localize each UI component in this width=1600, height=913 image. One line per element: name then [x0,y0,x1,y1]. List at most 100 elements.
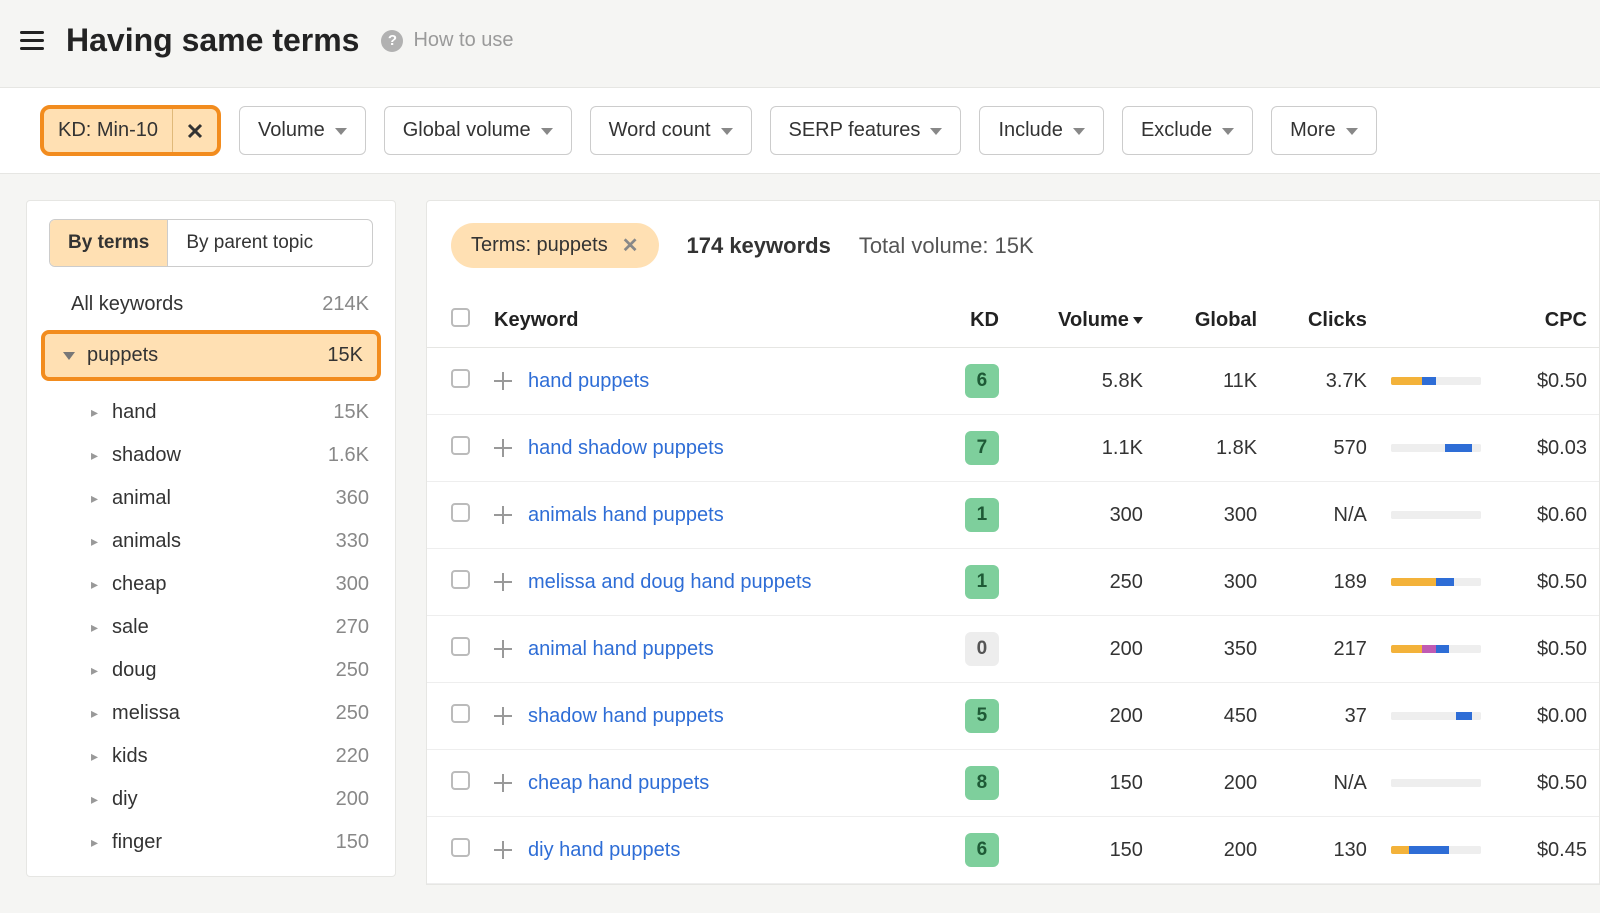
terms-pill-label: Terms: puppets [471,234,608,257]
chevron-down-icon [63,352,75,360]
tree-item-shadow[interactable]: ▸shadow1.6K [91,434,369,477]
keyword-link[interactable]: melissa and doug hand puppets [528,571,812,594]
expand-icon[interactable] [494,372,512,390]
expand-icon[interactable] [494,573,512,591]
table-row: hand shadow puppets 7 1.1K 1.8K 570 $0.0… [427,415,1599,482]
filter-chip-exclude[interactable]: Exclude [1122,106,1253,155]
col-clicks[interactable]: Clicks [1269,294,1379,348]
col-cpc[interactable]: CPC [1501,294,1599,348]
expand-icon[interactable] [494,774,512,792]
tree-item-hand[interactable]: ▸hand15K [91,391,369,434]
chevron-right-icon: ▸ [91,834,98,851]
tree-item-sale[interactable]: ▸sale270 [91,606,369,649]
cell-volume: 200 [1011,616,1155,683]
tree-item-finger[interactable]: ▸finger150 [91,821,369,864]
tab-by-terms[interactable]: By terms [50,220,167,266]
kd-badge: 7 [965,431,999,465]
menu-icon[interactable] [20,27,44,54]
row-checkbox[interactable] [451,838,470,857]
filter-chip-include[interactable]: Include [979,106,1104,155]
col-volume[interactable]: Volume [1011,294,1155,348]
cell-global: 300 [1155,549,1269,616]
close-icon[interactable]: ✕ [622,233,639,258]
keyword-link[interactable]: cheap hand puppets [528,772,709,795]
sidebar-all-keywords[interactable]: All keywords 214K [27,287,395,330]
col-global[interactable]: Global [1155,294,1269,348]
clicks-bar [1391,377,1481,385]
kd-badge: 5 [965,699,999,733]
keyword-link[interactable]: animal hand puppets [528,638,714,661]
cell-cpc: $0.50 [1501,348,1599,415]
cell-cpc: $0.03 [1501,415,1599,482]
cell-clicks: 570 [1269,415,1379,482]
row-checkbox[interactable] [451,503,470,522]
row-checkbox[interactable] [451,570,470,589]
keyword-link[interactable]: shadow hand puppets [528,705,724,728]
tree-item-animals[interactable]: ▸animals330 [91,520,369,563]
total-volume: Total volume: 15K [859,233,1034,259]
expand-icon[interactable] [494,506,512,524]
close-icon[interactable] [172,109,217,152]
sidebar-selected-term[interactable]: puppets 15K [41,330,381,381]
chevron-down-icon [1073,128,1085,135]
row-checkbox[interactable] [451,436,470,455]
expand-icon[interactable] [494,640,512,658]
tree-item-diy[interactable]: ▸diy200 [91,778,369,821]
tree-item-animal[interactable]: ▸animal360 [91,477,369,520]
chevron-down-icon [930,128,942,135]
cell-global: 1.8K [1155,415,1269,482]
cell-global: 11K [1155,348,1269,415]
keyword-link[interactable]: hand puppets [528,370,649,393]
chevron-down-icon [335,128,347,135]
expand-icon[interactable] [494,841,512,859]
row-checkbox[interactable] [451,369,470,388]
cell-clicks: 189 [1269,549,1379,616]
table-row: animal hand puppets 0 200 350 217 $0.50 [427,616,1599,683]
select-all-checkbox[interactable] [451,308,470,327]
row-checkbox[interactable] [451,704,470,723]
kd-badge: 6 [965,364,999,398]
cell-clicks: 217 [1269,616,1379,683]
cell-cpc: $0.60 [1501,482,1599,549]
cell-volume: 150 [1011,817,1155,884]
tree-item-melissa[interactable]: ▸melissa250 [91,692,369,735]
chevron-right-icon: ▸ [91,662,98,679]
clicks-bar [1391,645,1481,653]
col-kd[interactable]: KD [934,294,1011,348]
tree-item-cheap[interactable]: ▸cheap300 [91,563,369,606]
col-keyword[interactable]: Keyword [482,294,934,348]
cell-cpc: $0.50 [1501,750,1599,817]
page-header: Having same terms ? How to use [0,0,1600,87]
terms-pill[interactable]: Terms: puppets ✕ [451,223,659,268]
row-checkbox[interactable] [451,771,470,790]
expand-icon[interactable] [494,707,512,725]
kd-badge: 8 [965,766,999,800]
chevron-down-icon [541,128,553,135]
keyword-link[interactable]: diy hand puppets [528,839,680,862]
cell-clicks: N/A [1269,750,1379,817]
cell-clicks: 3.7K [1269,348,1379,415]
filter-chip-serp-features[interactable]: SERP features [770,106,962,155]
keyword-link[interactable]: animals hand puppets [528,504,724,527]
cell-clicks: 130 [1269,817,1379,884]
cell-clicks: 37 [1269,683,1379,750]
filter-chip-word-count[interactable]: Word count [590,106,752,155]
sort-desc-icon [1133,317,1143,324]
tab-by-parent-topic[interactable]: By parent topic [167,220,331,266]
cell-cpc: $0.00 [1501,683,1599,750]
keyword-link[interactable]: hand shadow puppets [528,437,724,460]
filter-chip-volume[interactable]: Volume [239,106,366,155]
expand-icon[interactable] [494,439,512,457]
cell-volume: 5.8K [1011,348,1155,415]
filter-chip-more[interactable]: More [1271,106,1377,155]
row-checkbox[interactable] [451,637,470,656]
chevron-right-icon: ▸ [91,490,98,507]
how-to-use-link[interactable]: ? How to use [381,29,513,52]
tree-item-doug[interactable]: ▸doug250 [91,649,369,692]
filter-chip-global-volume[interactable]: Global volume [384,106,572,155]
help-icon: ? [381,30,403,52]
clicks-bar [1391,444,1481,452]
filter-chip-kd[interactable]: KD: Min-10 [40,105,221,156]
cell-volume: 1.1K [1011,415,1155,482]
tree-item-kids[interactable]: ▸kids220 [91,735,369,778]
